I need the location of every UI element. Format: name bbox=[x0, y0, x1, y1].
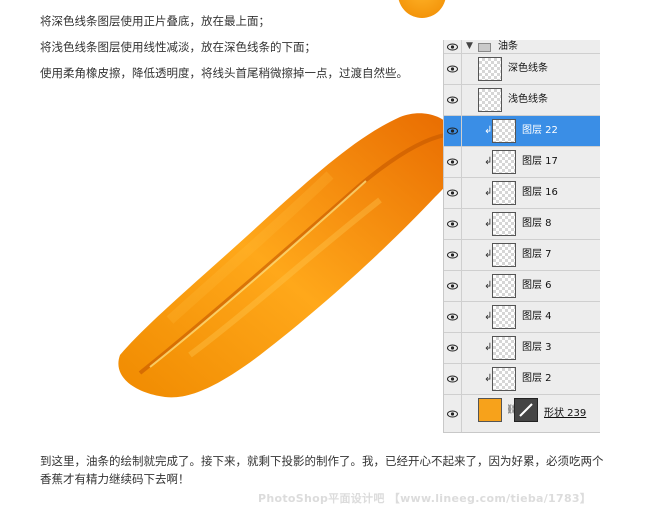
visibility-toggle[interactable] bbox=[444, 147, 462, 177]
shape-thumbnail bbox=[478, 398, 502, 422]
visibility-toggle[interactable] bbox=[444, 40, 462, 53]
pen-icon bbox=[519, 403, 533, 417]
conclusion-text: 到这里，油条的绘制就完成了。接下来，就剩下投影的制作了。我，已经开心不起来了，因… bbox=[40, 452, 640, 488]
text-line: 到这里，油条的绘制就完成了。接下来，就剩下投影的制作了。我，已经开心不起来了，因… bbox=[40, 454, 604, 468]
eye-icon bbox=[447, 127, 458, 135]
visibility-toggle[interactable] bbox=[444, 395, 462, 432]
eye-icon bbox=[447, 282, 458, 290]
layer-name: 图层 3 bbox=[522, 342, 552, 353]
layers-panel: ▼ 油条 深色线条 浅色线条 ↲ 图层 22 ↲ 图层 17 ↲ 图层 16 ↲… bbox=[443, 40, 600, 433]
eye-icon bbox=[447, 410, 458, 417]
layer-name: 图层 4 bbox=[522, 311, 552, 322]
eye-icon bbox=[447, 313, 458, 321]
eye-icon bbox=[447, 43, 458, 50]
layer-thumbnail bbox=[492, 336, 516, 360]
layer-row[interactable]: 浅色线条 bbox=[444, 85, 600, 116]
layer-row-selected[interactable]: ↲ 图层 22 bbox=[444, 116, 600, 147]
eye-icon bbox=[447, 375, 458, 383]
layer-name: 图层 22 bbox=[522, 125, 558, 136]
visibility-toggle[interactable] bbox=[444, 209, 462, 239]
layer-thumbnail bbox=[478, 57, 502, 81]
text-line: 香蕉才有精力继续码下去啊！ bbox=[40, 472, 190, 486]
visibility-toggle[interactable] bbox=[444, 178, 462, 208]
visibility-toggle[interactable] bbox=[444, 333, 462, 363]
chevron-down-icon[interactable]: ▼ bbox=[466, 41, 473, 51]
watermark: PhotoShop平面设计吧 【www.lineeg.com/tieba/178… bbox=[258, 492, 592, 505]
eye-icon bbox=[447, 344, 458, 352]
instruction-line: 将浅色线条图层使用线性减淡，放在深色线条的下面； bbox=[40, 40, 316, 54]
layer-thumbnail bbox=[492, 243, 516, 267]
layer-row[interactable]: ↲ 图层 2 bbox=[444, 364, 600, 395]
layer-row[interactable]: ↲ 图层 6 bbox=[444, 271, 600, 302]
layer-thumbnail bbox=[492, 274, 516, 298]
layer-thumbnail bbox=[492, 305, 516, 329]
layer-row[interactable]: 深色线条 bbox=[444, 54, 600, 85]
layer-name: 图层 2 bbox=[522, 373, 552, 384]
layer-name: 浅色线条 bbox=[508, 94, 548, 105]
shape-layer-row[interactable]: ⛓ 形状 239 bbox=[444, 395, 600, 432]
instructions: 将深色线条图层使用正片叠底，放在最上面； 将浅色线条图层使用线性减淡，放在深色线… bbox=[40, 8, 440, 86]
eye-icon bbox=[447, 65, 458, 73]
eye-icon bbox=[447, 251, 458, 259]
instruction-line: 使用柔角橡皮擦，降低透明度，将线头首尾稍微擦掉一点，过渡自然些。 bbox=[40, 66, 408, 80]
eye-icon bbox=[447, 96, 458, 104]
visibility-toggle[interactable] bbox=[444, 271, 462, 301]
visibility-toggle[interactable] bbox=[444, 116, 462, 146]
layer-row[interactable]: ↲ 图层 8 bbox=[444, 209, 600, 240]
group-name: 油条 bbox=[498, 40, 518, 52]
layer-row[interactable]: ↲ 图层 17 bbox=[444, 147, 600, 178]
layer-thumbnail bbox=[492, 367, 516, 391]
layer-name: 图层 6 bbox=[522, 280, 552, 291]
layer-name: 图层 8 bbox=[522, 218, 552, 229]
visibility-toggle[interactable] bbox=[444, 54, 462, 84]
visibility-toggle[interactable] bbox=[444, 302, 462, 332]
instruction-line: 将深色线条图层使用正片叠底，放在最上面； bbox=[40, 14, 270, 28]
layer-name: 形状 239 bbox=[544, 407, 587, 419]
layer-name: 图层 17 bbox=[522, 156, 558, 167]
visibility-toggle[interactable] bbox=[444, 85, 462, 115]
layer-group-row[interactable]: ▼ 油条 bbox=[444, 40, 600, 54]
layer-thumbnail bbox=[492, 119, 516, 143]
layer-row[interactable]: ↲ 图层 3 bbox=[444, 333, 600, 364]
layer-row[interactable]: ↲ 图层 4 bbox=[444, 302, 600, 333]
layer-thumbnail bbox=[492, 150, 516, 174]
layer-row[interactable]: ↲ 图层 7 bbox=[444, 240, 600, 271]
vector-mask-thumbnail bbox=[514, 398, 538, 422]
layer-name: 图层 7 bbox=[522, 249, 552, 260]
eye-icon bbox=[447, 158, 458, 166]
layer-thumbnail bbox=[492, 181, 516, 205]
eye-icon bbox=[447, 189, 458, 197]
layer-thumbnail bbox=[492, 212, 516, 236]
layer-name: 深色线条 bbox=[508, 63, 548, 74]
layer-row[interactable]: ↲ 图层 16 bbox=[444, 178, 600, 209]
folder-icon bbox=[478, 43, 491, 52]
eye-icon bbox=[447, 220, 458, 228]
visibility-toggle[interactable] bbox=[444, 364, 462, 394]
youtiao-illustration bbox=[118, 113, 463, 398]
layer-name: 图层 16 bbox=[522, 187, 558, 198]
visibility-toggle[interactable] bbox=[444, 240, 462, 270]
layer-thumbnail bbox=[478, 88, 502, 112]
